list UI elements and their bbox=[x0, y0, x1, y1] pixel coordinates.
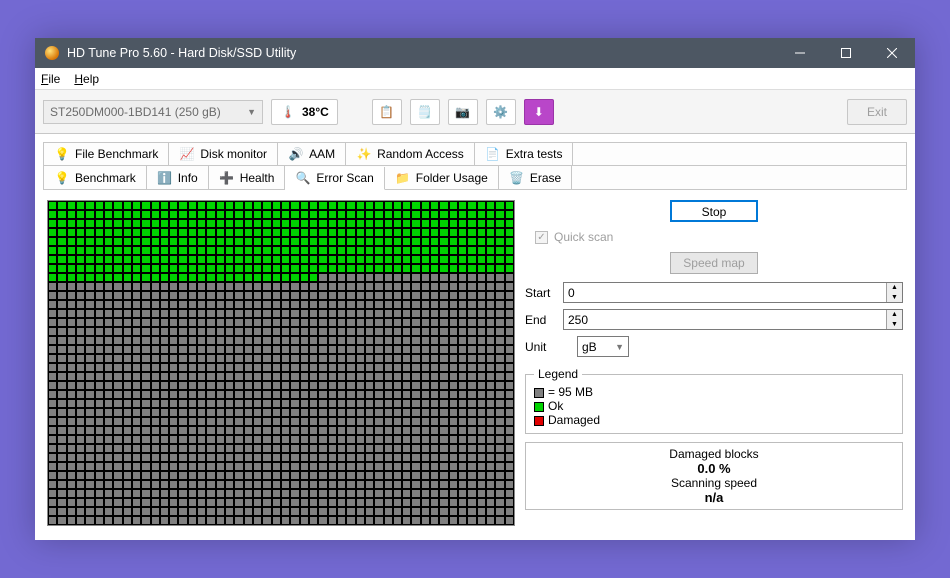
end-label: End bbox=[525, 313, 563, 327]
extra-icon: 📄 bbox=[485, 146, 501, 162]
drive-select[interactable]: ST250DM000-1BD141 (250 gB) ▼ bbox=[43, 100, 263, 124]
tab-extra-tests[interactable]: 📄Extra tests bbox=[475, 143, 574, 165]
menu-help[interactable]: Help bbox=[74, 72, 99, 86]
copy-icon: 📋 bbox=[379, 104, 395, 120]
unit-select[interactable]: gB ▼ bbox=[577, 336, 629, 357]
random-icon: ✨ bbox=[356, 146, 372, 162]
stop-button[interactable]: Stop bbox=[670, 200, 758, 222]
legend-swatch-block bbox=[534, 388, 544, 398]
bulb-icon: 💡 bbox=[54, 146, 70, 162]
tab-strip: 💡File Benchmark 📈Disk monitor 🔊AAM ✨Rand… bbox=[43, 142, 907, 190]
start-value[interactable] bbox=[564, 283, 886, 302]
legend-box: Legend = 95 MB Ok Damaged bbox=[525, 367, 903, 434]
minimize-button[interactable] bbox=[777, 38, 823, 68]
damaged-blocks-label: Damaged blocks bbox=[534, 447, 894, 461]
benchmark-icon: 💡 bbox=[54, 170, 70, 186]
speed-map-button[interactable]: Speed map bbox=[670, 252, 758, 274]
exit-button[interactable]: Exit bbox=[847, 99, 907, 125]
options-button[interactable]: ⚙️ bbox=[486, 99, 516, 125]
end-input[interactable]: ▲▼ bbox=[563, 309, 903, 330]
speaker-icon: 🔊 bbox=[288, 146, 304, 162]
block-map bbox=[47, 200, 515, 540]
spinner-arrows[interactable]: ▲▼ bbox=[886, 310, 902, 329]
start-input[interactable]: ▲▼ bbox=[563, 282, 903, 303]
menu-bar: File Help bbox=[35, 68, 915, 90]
menu-file[interactable]: File bbox=[41, 72, 60, 86]
chart-icon: 📈 bbox=[179, 146, 195, 162]
temperature-value: 38°C bbox=[302, 105, 329, 119]
camera-icon: 📷 bbox=[455, 104, 471, 120]
tab-random-access[interactable]: ✨Random Access bbox=[346, 143, 475, 165]
thermometer-icon: 🌡️ bbox=[280, 104, 296, 120]
tab-folder-usage[interactable]: 📁Folder Usage bbox=[385, 166, 499, 189]
copy-screenshot-button[interactable]: 🗒️ bbox=[410, 99, 440, 125]
folder-icon: 📁 bbox=[395, 170, 411, 186]
quick-scan-checkbox[interactable]: ✓ Quick scan bbox=[535, 230, 903, 244]
unit-label: Unit bbox=[525, 340, 563, 354]
legend-swatch-damaged bbox=[534, 416, 544, 426]
app-icon bbox=[45, 46, 59, 60]
download-icon: ⬇ bbox=[531, 104, 547, 120]
scanning-speed-value: n/a bbox=[534, 490, 894, 505]
checkbox-checked-icon: ✓ bbox=[535, 231, 548, 244]
app-window: HD Tune Pro 5.60 - Hard Disk/SSD Utility… bbox=[35, 38, 915, 540]
magnifier-icon: 🔍 bbox=[295, 170, 311, 186]
tab-file-benchmark[interactable]: 💡File Benchmark bbox=[44, 143, 169, 165]
tab-erase[interactable]: 🗑️Erase bbox=[499, 166, 572, 189]
error-scan-panel: Stop ✓ Quick scan Speed map Start ▲▼ End bbox=[43, 190, 907, 540]
stats-box: Damaged blocks 0.0 % Scanning speed n/a bbox=[525, 442, 903, 510]
tab-error-scan[interactable]: 🔍Error Scan bbox=[285, 167, 384, 190]
temperature-display: 🌡️ 38°C bbox=[271, 99, 338, 125]
close-button[interactable] bbox=[869, 38, 915, 68]
toolbar: ST250DM000-1BD141 (250 gB) ▼ 🌡️ 38°C 📋 🗒… bbox=[35, 90, 915, 134]
screenshot-button[interactable]: 📷 bbox=[448, 99, 478, 125]
copy-info-button[interactable]: 📋 bbox=[372, 99, 402, 125]
title-bar: HD Tune Pro 5.60 - Hard Disk/SSD Utility bbox=[35, 38, 915, 68]
tab-disk-monitor[interactable]: 📈Disk monitor bbox=[169, 143, 278, 165]
tab-benchmark[interactable]: 💡Benchmark bbox=[44, 166, 147, 189]
damaged-blocks-value: 0.0 % bbox=[534, 461, 894, 476]
clipboard-image-icon: 🗒️ bbox=[417, 104, 433, 120]
unit-value: gB bbox=[582, 340, 597, 354]
side-panel: Stop ✓ Quick scan Speed map Start ▲▼ End bbox=[525, 200, 903, 540]
end-value[interactable] bbox=[564, 310, 886, 329]
legend-swatch-ok bbox=[534, 402, 544, 412]
chevron-down-icon: ▼ bbox=[615, 342, 624, 352]
info-icon: ℹ️ bbox=[157, 170, 173, 186]
scanning-speed-label: Scanning speed bbox=[534, 476, 894, 490]
trash-icon: 🗑️ bbox=[509, 170, 525, 186]
health-icon: ➕ bbox=[219, 170, 235, 186]
legend-title: Legend bbox=[534, 367, 582, 381]
gears-icon: ⚙️ bbox=[493, 104, 509, 120]
tab-health[interactable]: ➕Health bbox=[209, 166, 286, 189]
tab-aam[interactable]: 🔊AAM bbox=[278, 143, 346, 165]
tab-info[interactable]: ℹ️Info bbox=[147, 166, 209, 189]
chevron-down-icon: ▼ bbox=[247, 107, 256, 117]
window-title: HD Tune Pro 5.60 - Hard Disk/SSD Utility bbox=[67, 46, 777, 60]
start-label: Start bbox=[525, 286, 563, 300]
maximize-button[interactable] bbox=[823, 38, 869, 68]
spinner-arrows[interactable]: ▲▼ bbox=[886, 283, 902, 302]
client-area: 💡File Benchmark 📈Disk monitor 🔊AAM ✨Rand… bbox=[35, 134, 915, 540]
drive-select-value: ST250DM000-1BD141 (250 gB) bbox=[50, 105, 221, 119]
save-button[interactable]: ⬇ bbox=[524, 99, 554, 125]
